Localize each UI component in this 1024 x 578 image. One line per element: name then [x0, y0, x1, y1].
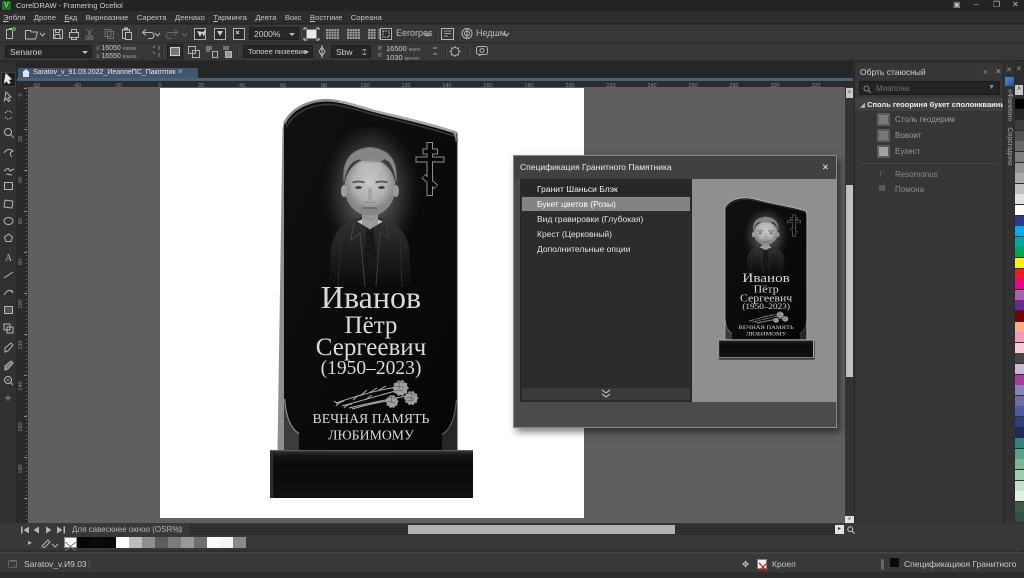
- svg-text:100: 100: [18, 299, 24, 308]
- svg-text:60: 60: [18, 218, 24, 224]
- svg-text:0: 0: [18, 93, 24, 96]
- svg-text:A: A: [5, 253, 13, 264]
- svg-text:160: 160: [18, 422, 24, 431]
- svg-text:20: 20: [18, 136, 24, 142]
- svg-text:180: 180: [18, 464, 24, 473]
- svg-text:140: 140: [18, 381, 24, 390]
- svg-text:120: 120: [18, 340, 24, 349]
- svg-text:40: 40: [18, 177, 24, 183]
- svg-text:80: 80: [18, 259, 24, 265]
